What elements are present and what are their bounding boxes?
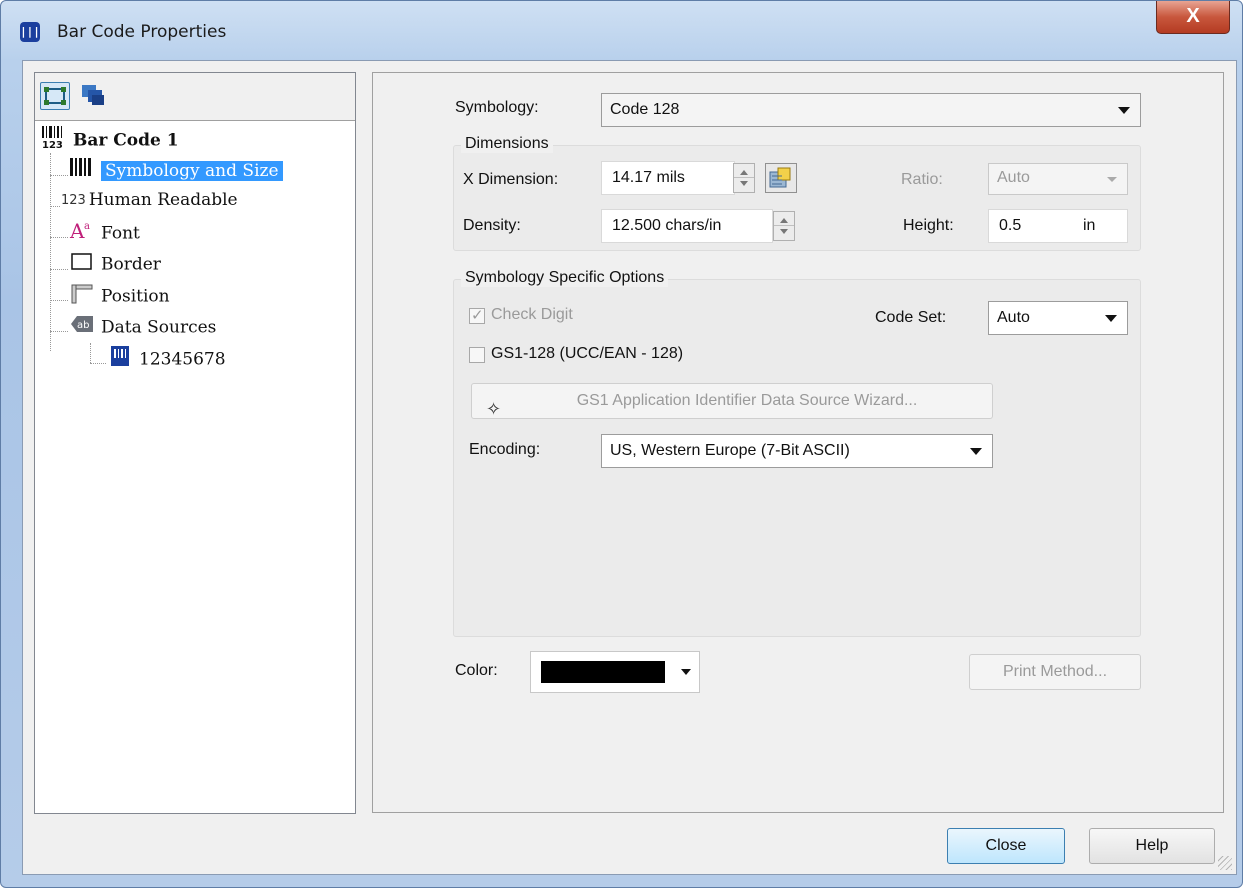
layers-view-button[interactable] <box>80 82 108 108</box>
encoding-select[interactable]: US, Western Europe (7-Bit ASCII) <box>601 434 993 468</box>
density-spinner[interactable] <box>773 211 795 241</box>
gs1-128-checkbox[interactable] <box>469 347 485 363</box>
data-sources-icon: ab <box>69 313 95 343</box>
chevron-down-icon <box>681 669 691 675</box>
tree-item-label: Symbology and Size <box>101 160 283 181</box>
tree-connector <box>90 343 91 363</box>
tree-item-border[interactable]: Border <box>69 250 161 276</box>
tree-item-label: Human Readable <box>88 190 238 210</box>
window-close-button[interactable]: X <box>1156 1 1230 34</box>
tree-item-label: Position <box>101 286 170 307</box>
symbology-label: Symbology: <box>455 99 539 116</box>
dialog-client-area: 123 Bar Code 1 Symbology and Size 123 Hum… <box>22 60 1237 875</box>
chevron-down-icon <box>1105 315 1117 322</box>
ratio-select[interactable]: Auto <box>988 163 1128 195</box>
tree-connector <box>50 300 68 301</box>
code-set-select[interactable]: Auto <box>988 301 1128 335</box>
tree-root-label: Bar Code 1 <box>73 130 179 151</box>
height-unit: in <box>1083 217 1096 234</box>
encoding-label: Encoding: <box>469 441 541 458</box>
magic-wand-icon: ✧ <box>486 399 502 419</box>
check-digit-checkbox[interactable] <box>469 306 485 324</box>
barcode-123-icon: 123 <box>41 125 67 157</box>
x-dimension-calculator-button[interactable] <box>765 163 797 193</box>
window-title: Bar Code Properties <box>57 22 227 42</box>
property-tree-panel: 123 Bar Code 1 Symbology and Size 123 Hum… <box>34 72 356 814</box>
help-button[interactable]: Help <box>1089 828 1215 864</box>
tree-toolbar <box>35 73 355 121</box>
tree-connector <box>50 206 60 207</box>
x-dimension-input[interactable]: 14.17 mils <box>601 161 735 195</box>
code-set-label: Code Set: <box>875 309 947 326</box>
tree-item-position[interactable]: Position <box>69 282 170 308</box>
tree-item-symbology-and-size[interactable]: Symbology and Size <box>69 156 283 182</box>
title-bar: ||| Bar Code Properties X <box>1 1 1242 59</box>
close-button[interactable]: Close <box>947 828 1065 864</box>
code-set-value: Auto <box>997 309 1030 326</box>
height-input[interactable]: 0.5 in <box>988 209 1128 243</box>
tree-root-bar-code[interactable]: 123 Bar Code 1 <box>41 125 179 151</box>
tree-item-label: 12345678 <box>139 349 226 370</box>
tree-connector <box>50 175 68 176</box>
height-label: Height: <box>903 217 954 234</box>
barcode-app-icon: ||| <box>20 22 40 42</box>
ratio-value: Auto <box>997 169 1030 186</box>
resize-grip[interactable] <box>1218 856 1232 870</box>
density-label: Density: <box>463 217 521 234</box>
chevron-down-icon <box>1118 107 1130 114</box>
tree-connector <box>50 269 68 270</box>
tree-item-label: Border <box>101 254 161 275</box>
tree-connector <box>50 331 68 332</box>
properties-panel: Symbology: Code 128 Dimensions X Dimensi… <box>372 72 1224 813</box>
gs1-128-label: GS1-128 (UCC/EAN - 128) <box>491 345 684 362</box>
svg-text:A: A <box>69 219 85 241</box>
check-digit-label: Check Digit <box>491 306 573 323</box>
border-icon <box>69 250 95 280</box>
encoding-value: US, Western Europe (7-Bit ASCII) <box>610 442 850 459</box>
human-readable-123-icon: 123 <box>61 192 86 208</box>
position-ruler-icon <box>69 282 95 312</box>
tree-item-data-sources[interactable]: ab Data Sources <box>69 313 216 339</box>
tree-connector <box>50 153 51 351</box>
height-value: 0.5 <box>999 217 1022 234</box>
tree-view-button[interactable] <box>40 82 70 110</box>
print-method-button[interactable]: Print Method... <box>969 654 1141 690</box>
x-dimension-spinner[interactable] <box>733 163 755 193</box>
tree-item-label: Data Sources <box>101 317 217 338</box>
dimensions-title: Dimensions <box>461 135 553 153</box>
svg-text:123: 123 <box>42 140 63 149</box>
symbology-options-title: Symbology Specific Options <box>461 269 669 287</box>
svg-text:a: a <box>84 221 90 232</box>
density-input[interactable]: 12.500 chars/in <box>601 209 773 243</box>
gs1-wizard-button[interactable]: ✧ GS1 Application Identifier Data Source… <box>471 383 993 419</box>
tree-item-human-readable[interactable]: 123 Human Readable <box>61 187 238 213</box>
symbology-value: Code 128 <box>610 101 680 118</box>
dialog-window: ||| Bar Code Properties X 123 Bar Code 1… <box>0 0 1243 888</box>
chevron-down-icon <box>1107 177 1117 182</box>
ratio-label: Ratio: <box>901 171 943 188</box>
tree-connector <box>90 363 106 364</box>
tree-item-data-source-child[interactable]: 12345678 <box>109 344 226 370</box>
tree-view-icon <box>44 87 66 105</box>
color-label: Color: <box>455 662 498 679</box>
chevron-down-icon <box>970 448 982 455</box>
barcode-icon <box>69 156 95 186</box>
gs1-wizard-label: GS1 Application Identifier Data Source W… <box>576 392 918 409</box>
barcode-document-icon <box>109 344 133 376</box>
tree-item-font[interactable]: A a Font <box>69 219 140 245</box>
tree-item-label: Font <box>101 223 140 244</box>
color-swatch <box>541 661 665 683</box>
symbology-select[interactable]: Code 128 <box>601 93 1141 127</box>
tree-connector <box>50 237 68 238</box>
font-icon: A a <box>69 219 95 249</box>
x-dimension-label: X Dimension: <box>463 171 559 188</box>
ruler-settings-icon <box>769 167 791 188</box>
color-picker[interactable] <box>530 651 700 693</box>
svg-text:ab: ab <box>77 320 89 331</box>
layers-icon <box>82 85 104 105</box>
